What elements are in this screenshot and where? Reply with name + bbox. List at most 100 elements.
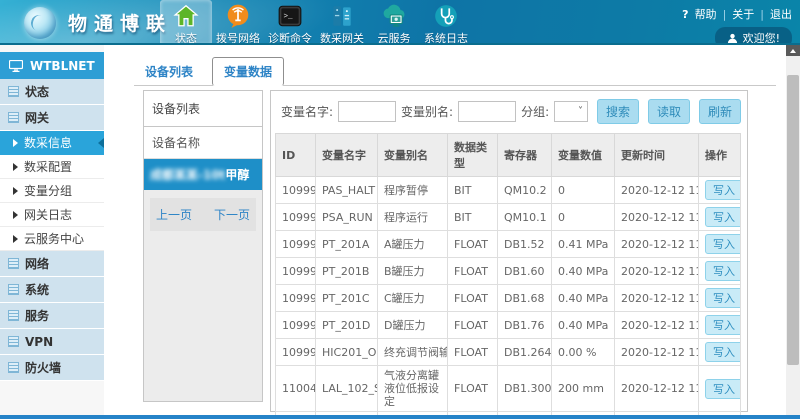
syslog-stethoscope-icon	[433, 3, 460, 29]
sidebar-item-label: 状态	[25, 83, 49, 100]
cell-alias: A罐压力	[378, 231, 448, 258]
table-row: 109995 PT_201A A罐压力 FLOAT DB1.52 0.41 MP…	[276, 231, 741, 258]
write-button[interactable]: 写入	[705, 180, 741, 200]
sidebar-item-label: VPN	[25, 335, 53, 349]
sidebar-item-network[interactable]: 网络	[0, 251, 104, 277]
col-header-name: 变量名字	[316, 134, 378, 177]
browser-scrollbar[interactable]	[786, 45, 800, 419]
cell-value: 0	[552, 177, 615, 204]
nav-item-system-log[interactable]: 系统日志	[420, 0, 472, 45]
cell-register: QM10.1	[498, 204, 552, 231]
search-button[interactable]: 搜索	[597, 99, 639, 124]
col-header-action: 操作	[699, 134, 741, 177]
nav-item-diagnose-command[interactable]: >_ 诊断命令	[264, 0, 316, 45]
cell-type: FLOAT	[448, 339, 498, 366]
cell-id: 109999	[276, 339, 316, 366]
caret-right-icon	[13, 211, 18, 219]
write-button[interactable]: 写入	[705, 315, 741, 335]
col-header-register: 寄存器	[498, 134, 552, 177]
list-icon	[8, 284, 19, 295]
device-item-selected[interactable]: 成都某某-10t甲醇	[144, 159, 262, 190]
list-icon	[8, 258, 19, 269]
table-row: 109997 PT_201C C罐压力 FLOAT DB1.68 0.40 MP…	[276, 285, 741, 312]
cell-type: FLOAT	[448, 366, 498, 412]
cell-time: 2020-12-12 11:12:48	[615, 285, 699, 312]
variables-table: ID 变量名字 变量别名 数据类型 寄存器 变量数值 更新时间 操作 10999…	[275, 133, 741, 419]
scrollbar-thumb[interactable]	[787, 75, 799, 365]
write-button[interactable]: 写入	[705, 379, 741, 399]
cell-type: BIT	[448, 177, 498, 204]
table-row: 109998 PT_201D D罐压力 FLOAT DB1.76 0.40 MP…	[276, 312, 741, 339]
sidebar-item-service[interactable]: 服务	[0, 303, 104, 329]
cell-register: DB1.68	[498, 285, 552, 312]
globe-logo-icon	[24, 7, 56, 39]
sidebar-item-status[interactable]: 状态	[0, 79, 104, 105]
filter-alias-input[interactable]	[458, 101, 516, 122]
sidebar-subitem-data-info[interactable]: 数采信息	[0, 131, 104, 155]
brand-name: 物通博联	[68, 9, 172, 36]
cell-id: 109998	[276, 312, 316, 339]
sidebar-item-vpn[interactable]: VPN	[0, 329, 104, 355]
read-button[interactable]: 读取	[648, 99, 690, 124]
cell-value: 0	[552, 204, 615, 231]
cell-alias: 终充调节阀输出	[378, 339, 448, 366]
tab-device-list[interactable]: 设备列表	[134, 58, 204, 85]
group-select[interactable]: ˅	[554, 101, 588, 122]
cell-alias: D罐压力	[378, 312, 448, 339]
caret-right-icon	[13, 187, 18, 195]
col-header-alias: 变量别名	[378, 134, 448, 177]
separator: |	[760, 8, 764, 21]
scrollbar-up-arrow-icon[interactable]	[786, 45, 800, 56]
nav-item-dial-network[interactable]: 拨号网络	[212, 0, 264, 45]
cell-register: DB1.264	[498, 339, 552, 366]
about-link[interactable]: 关于	[732, 6, 754, 22]
cell-register: DB1.60	[498, 258, 552, 285]
nav-item-data-gateway[interactable]: 数采网关	[316, 0, 368, 45]
device-name-label: 设备名称	[144, 127, 262, 159]
sidebar-subitem-variable-group[interactable]: 变量分组	[0, 179, 104, 203]
main-content: 设备列表 变量数据 设备列表 设备名称 成都某某-10t甲醇 上一页 下一页 变…	[104, 45, 786, 415]
sidebar-item-gateway[interactable]: 网关	[0, 105, 104, 131]
nav-item-status[interactable]: 状态	[160, 0, 212, 45]
table-header-row: ID 变量名字 变量别名 数据类型 寄存器 变量数值 更新时间 操作	[276, 134, 741, 177]
cell-time: 2020-12-12 11:12:40	[615, 204, 699, 231]
cell-time: 2020-12-12 11:12:48	[615, 258, 699, 285]
sidebar: WTBLNET 状态 网关 数采信息 数采配置 变量分组 网关日志 云服务中心 …	[0, 45, 104, 415]
sidebar-title-label: WTBLNET	[30, 59, 95, 73]
sidebar-subitem-label: 数采配置	[24, 158, 72, 175]
sidebar-item-system[interactable]: 系统	[0, 277, 104, 303]
cell-type: FLOAT	[448, 231, 498, 258]
cell-alias: 程序暂停	[378, 177, 448, 204]
cell-name: PT_201C	[316, 285, 378, 312]
sidebar-subitem-label: 云服务中心	[24, 230, 84, 247]
cell-alias: 气液分离罐液位低报设定	[378, 366, 448, 412]
cell-register: DB1.300	[498, 366, 552, 412]
list-icon	[8, 112, 19, 123]
caret-right-icon	[13, 163, 18, 171]
write-button[interactable]: 写入	[705, 234, 741, 254]
sidebar-item-firewall[interactable]: 防火墙	[0, 355, 104, 381]
device-panel-title: 设备列表	[144, 91, 262, 127]
logout-link[interactable]: 退出	[770, 6, 792, 22]
filter-name-input[interactable]	[338, 101, 396, 122]
welcome-user-button[interactable]: 欢迎您!	[715, 27, 792, 45]
refresh-button[interactable]: 刷新	[699, 99, 741, 124]
device-prev-page-link[interactable]: 上一页	[156, 206, 192, 223]
filter-name-label: 变量名字:	[281, 103, 333, 120]
device-next-page-link[interactable]: 下一页	[214, 206, 250, 223]
help-link[interactable]: 帮助	[695, 6, 717, 22]
write-button[interactable]: 写入	[705, 342, 741, 362]
sidebar-item-label: 网关	[25, 109, 49, 126]
cell-time: 2020-12-12 11:12:40	[615, 177, 699, 204]
sidebar-subitem-data-config[interactable]: 数采配置	[0, 155, 104, 179]
sidebar-subitem-gateway-log[interactable]: 网关日志	[0, 203, 104, 227]
write-button[interactable]: 写入	[705, 261, 741, 281]
tab-variable-data[interactable]: 变量数据	[212, 57, 284, 86]
write-button[interactable]: 写入	[705, 207, 741, 227]
device-pagination: 上一页 下一页	[150, 198, 256, 231]
write-button[interactable]: 写入	[705, 288, 741, 308]
sidebar-subitem-cloud-center[interactable]: 云服务中心	[0, 227, 104, 251]
table-row: 109996 PT_201B B罐压力 FLOAT DB1.60 0.40 MP…	[276, 258, 741, 285]
cell-register: DB1.52	[498, 231, 552, 258]
nav-item-cloud-service[interactable]: 云服务	[368, 0, 420, 45]
